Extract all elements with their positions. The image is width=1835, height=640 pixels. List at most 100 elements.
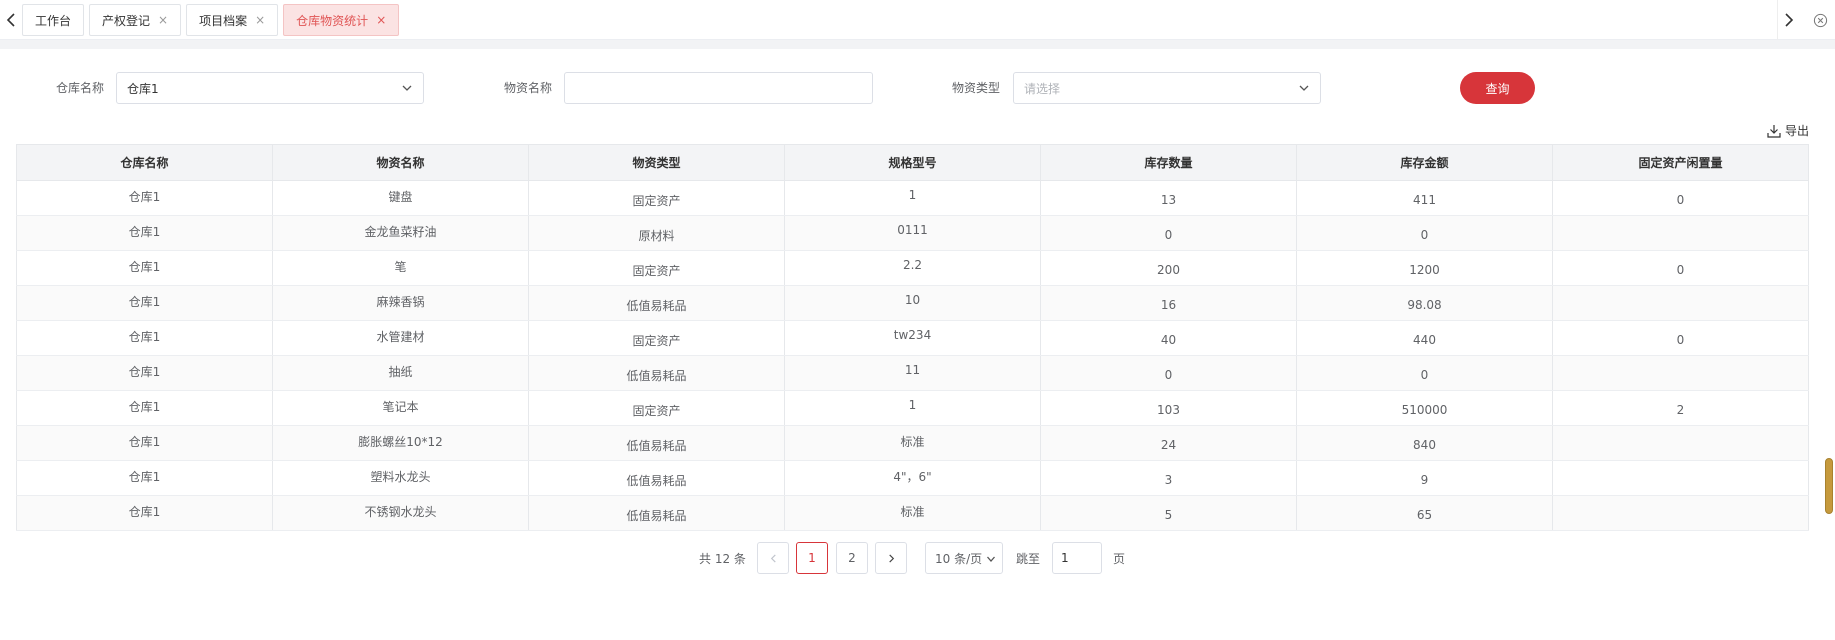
tab-list: 工作台 产权登记 × 项目档案 × 仓库物资统计 × [22,4,400,36]
material-name-input[interactable] [564,72,873,104]
stock-qty-cell: 0 [1040,215,1297,251]
column-header: 库存金额 [1296,144,1553,181]
warehouse-cell: 仓库1 [16,250,273,286]
column-header: 仓库名称 [16,144,273,181]
stock-qty-cell: 13 [1040,180,1297,216]
table-row: 仓库1 键盘 固定资产 1 13 411 0 [16,180,1809,216]
material-name-cell: 膨胀螺丝10*12 [272,425,529,461]
table-row: 仓库1 抽纸 低值易耗品 11 0 0 [16,355,1809,391]
material-name-cell: 抽纸 [272,355,529,391]
jump-page-value: 1 [1061,551,1069,565]
warehouse-cell: 仓库1 [16,355,273,391]
tab-project-archive[interactable]: 项目档案 × [186,4,279,36]
stock-amount-cell: 65 [1296,495,1553,531]
tab-label: 工作台 [35,13,72,28]
material-name-cell: 水管建材 [272,320,529,356]
warehouse-cell: 仓库1 [16,320,273,356]
material-name-cell: 麻辣香锅 [272,285,529,321]
tab-scroll-left-icon[interactable] [0,0,22,40]
page-button-2[interactable]: 2 [836,542,868,574]
page-button-1[interactable]: 1 [796,542,828,574]
next-page-button[interactable] [875,542,907,574]
pagination-total: 共 12 条 [699,552,746,566]
page-size-value: 10 条/页 [935,551,983,566]
idle-qty-cell: 0 [1552,320,1809,356]
download-icon [1767,124,1781,138]
warehouse-cell: 仓库1 [16,495,273,531]
warehouse-cell: 仓库1 [16,180,273,216]
column-header: 物资类型 [528,144,785,181]
material-stock-table: 仓库名称 物资名称 物资类型 规格型号 库存数量 库存金额 固定资产闲置量 仓库… [16,144,1809,531]
vertical-scrollbar-thumb[interactable] [1825,458,1833,514]
warehouse-cell: 仓库1 [16,285,273,321]
tab-warehouse-statistics[interactable]: 仓库物资统计 × [283,4,400,36]
tab-label: 仓库物资统计 [296,13,369,28]
chevron-left-icon [770,553,776,563]
tab-property-registration[interactable]: 产权登记 × [89,4,182,36]
spec-cell: 2.2 [784,250,1041,286]
material-type-cell: 低值易耗品 [528,495,785,531]
content-separator [0,40,1835,49]
chevron-down-icon [402,85,412,91]
material-name-cell: 不锈钢水龙头 [272,495,529,531]
warehouse-select-value: 仓库1 [127,81,159,96]
idle-qty-cell: 2 [1552,390,1809,426]
close-all-tabs-icon[interactable] [1805,0,1835,40]
material-type-placeholder: 请选择 [1024,81,1061,96]
tab-workbench[interactable]: 工作台 [22,4,85,36]
tab-bar: 工作台 产权登记 × 项目档案 × 仓库物资统计 × [0,0,1835,40]
warehouse-select[interactable]: 仓库1 [116,72,424,104]
idle-qty-cell: 0 [1552,250,1809,286]
stock-qty-cell: 3 [1040,460,1297,496]
material-type-cell: 固定资产 [528,320,785,356]
idle-qty-cell [1552,215,1809,251]
page-size-select[interactable]: 10 条/页 [925,542,1003,574]
material-type-cell: 低值易耗品 [528,285,785,321]
table-row: 仓库1 笔固定资产 2.2 200 1200 0 [16,250,1809,286]
material-name-cell: 键盘 [272,180,529,216]
stock-amount-cell: 840 [1296,425,1553,461]
idle-qty-cell: 0 [1552,180,1809,216]
stock-qty-cell: 16 [1040,285,1297,321]
material-type-select[interactable]: 请选择 [1013,72,1321,104]
spec-cell: 标准 [784,425,1041,461]
table-header-row: 仓库名称 物资名称 物资类型 规格型号 库存数量 库存金额 固定资产闲置量 [16,144,1809,181]
column-header: 库存数量 [1040,144,1297,181]
jump-label: 跳至 [1016,552,1041,566]
column-header: 物资名称 [272,144,529,181]
stock-amount-cell: 411 [1296,180,1553,216]
page-suffix: 页 [1113,552,1126,566]
close-icon[interactable]: × [255,13,265,27]
column-header: 规格型号 [784,144,1041,181]
idle-qty-cell [1552,425,1809,461]
material-name-cell: 笔 [272,250,529,286]
material-name-cell: 金龙鱼菜籽油 [272,215,529,251]
table-row: 仓库1 金龙鱼菜籽油 原材料 0111 0 0 [16,215,1809,251]
material-type-label: 物资类型 [952,81,1001,95]
material-type-cell: 原材料 [528,215,785,251]
tab-label: 项目档案 [199,13,248,28]
spec-cell: 4"，6" [784,460,1041,496]
stock-amount-cell: 0 [1296,215,1553,251]
stock-amount-cell: 1200 [1296,250,1553,286]
spec-cell: 1 [784,180,1041,216]
chevron-right-icon [888,553,894,563]
stock-amount-cell: 510000 [1296,390,1553,426]
chevron-down-icon [987,556,995,562]
export-button[interactable]: 导出 [1766,122,1809,139]
table-row: 仓库1 不锈钢水龙头 低值易耗品 标准 5 65 [16,495,1809,531]
prev-page-button[interactable] [757,542,789,574]
spec-cell: 1 [784,390,1041,426]
query-button[interactable]: 查询 [1460,72,1535,104]
tab-scroll-right-icon[interactable] [1777,0,1799,40]
warehouse-cell: 仓库1 [16,390,273,426]
close-icon[interactable]: × [158,13,168,27]
stock-amount-cell: 98.08 [1296,285,1553,321]
table-row: 仓库1 笔记本 固定资产 1 103 510000 2 [16,390,1809,426]
warehouse-cell: 仓库1 [16,215,273,251]
stock-amount-cell: 440 [1296,320,1553,356]
table-row: 仓库1 塑料水龙头 低值易耗品 4"，6" 3 9 [16,460,1809,496]
export-label: 导出 [1785,124,1810,138]
jump-page-input[interactable]: 1 [1052,542,1102,574]
close-icon[interactable]: × [376,13,386,27]
